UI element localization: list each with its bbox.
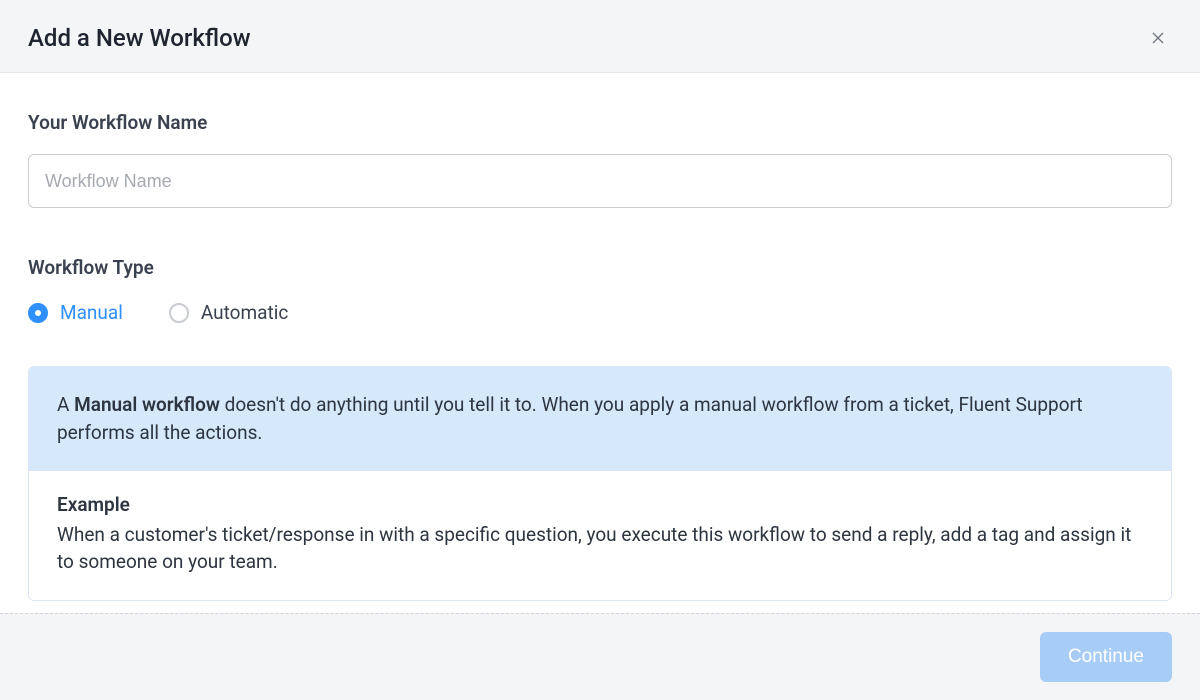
info-example: Example When a customer's ticket/respons… [29,471,1171,600]
add-workflow-modal: Add a New Workflow Your Workflow Name Wo… [0,0,1200,700]
radio-manual-label: Manual [60,301,123,324]
workflow-name-label: Your Workflow Name [28,111,1172,134]
modal-title: Add a New Workflow [28,24,251,52]
info-desc-prefix: A [57,393,74,416]
continue-button[interactable]: Continue [1040,632,1172,682]
workflow-type-radiogroup: Manual Automatic [28,301,1172,324]
radio-dot-icon [169,303,189,323]
modal-header: Add a New Workflow [0,0,1200,73]
workflow-type-label: Workflow Type [28,256,1172,279]
modal-footer: Continue [0,613,1200,700]
radio-automatic[interactable]: Automatic [169,301,288,324]
info-example-body: When a customer's ticket/response in wit… [57,521,1143,576]
radio-automatic-label: Automatic [201,301,288,324]
workflow-name-input[interactable] [28,154,1172,208]
info-description: A Manual workflow doesn't do anything un… [29,367,1171,471]
info-desc-bold: Manual workflow [74,393,220,416]
workflow-type-info: A Manual workflow doesn't do anything un… [28,366,1172,601]
modal-body: Your Workflow Name Workflow Type Manual … [0,73,1200,613]
info-example-title: Example [57,491,1143,519]
radio-manual[interactable]: Manual [28,301,123,324]
radio-dot-icon [28,303,48,323]
close-button[interactable] [1144,24,1172,52]
close-icon [1150,30,1166,46]
